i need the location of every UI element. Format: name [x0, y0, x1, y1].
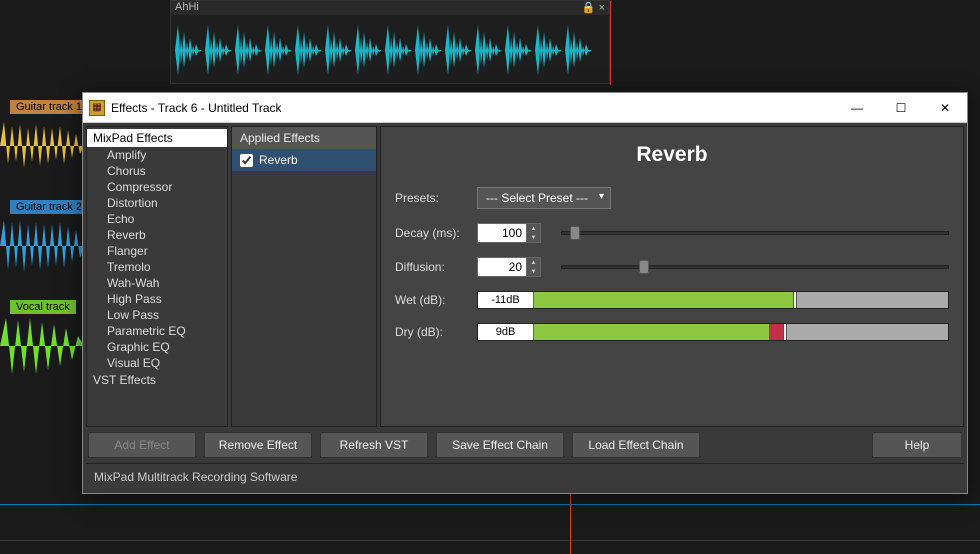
window-title: Effects - Track 6 - Untitled Track	[111, 101, 835, 115]
maximize-button[interactable]: ☐	[879, 93, 923, 122]
diffusion-input[interactable]	[478, 258, 526, 276]
decay-input[interactable]	[478, 224, 526, 242]
dry-level[interactable]: 9dB	[477, 323, 949, 341]
diffusion-spinner[interactable]: ▲▼	[477, 257, 541, 277]
tree-item-high-pass[interactable]: High Pass	[87, 291, 227, 307]
close-button[interactable]: ✕	[923, 93, 967, 122]
save-chain-button[interactable]: Save Effect Chain	[436, 432, 564, 458]
tree-category-vst[interactable]: VST Effects	[87, 371, 227, 389]
refresh-vst-button[interactable]: Refresh VST	[320, 432, 428, 458]
help-button[interactable]: Help	[872, 432, 962, 458]
titlebar[interactable]: ▦ Effects - Track 6 - Untitled Track — ☐…	[83, 93, 967, 123]
spin-up-icon[interactable]: ▲	[527, 224, 540, 233]
slider-thumb[interactable]	[639, 260, 649, 274]
level-handle[interactable]	[793, 292, 797, 308]
effects-dialog: ▦ Effects - Track 6 - Untitled Track — ☐…	[82, 92, 968, 494]
playhead[interactable]	[570, 484, 571, 554]
audio-clip[interactable]: AhHi 🔒 × // will insert bursts after dat…	[170, 0, 610, 84]
dry-value: 9dB	[478, 324, 534, 340]
wet-value: -11dB	[478, 292, 534, 308]
presets-dropdown[interactable]: --- Select Preset ---	[477, 187, 611, 209]
diffusion-label: Diffusion:	[395, 260, 467, 274]
applied-label: Reverb	[259, 153, 298, 167]
level-fill	[534, 292, 793, 308]
footer-text: MixPad Multitrack Recording Software	[86, 463, 964, 490]
track-wave-3	[0, 314, 88, 383]
track-wave-1	[0, 114, 88, 183]
timeline-rule	[0, 504, 980, 505]
decay-label: Decay (ms):	[395, 226, 467, 240]
spin-down-icon[interactable]: ▼	[527, 233, 540, 242]
slider-thumb[interactable]	[570, 226, 580, 240]
tree-item-amplify[interactable]: Amplify	[87, 147, 227, 163]
dry-label: Dry (dB):	[395, 325, 467, 339]
button-bar: Add Effect Remove Effect Refresh VST Sav…	[86, 430, 964, 460]
lock-icon: 🔒 ×	[582, 1, 605, 15]
tree-item-chorus[interactable]: Chorus	[87, 163, 227, 179]
app-icon: ▦	[89, 100, 105, 116]
remove-effect-button[interactable]: Remove Effect	[204, 432, 312, 458]
timeline-rule-2	[0, 540, 980, 541]
tree-item-flanger[interactable]: Flanger	[87, 243, 227, 259]
presets-label: Presets:	[395, 191, 467, 205]
applied-effects-panel: Applied Effects Reverb	[231, 126, 377, 427]
minimize-button[interactable]: —	[835, 93, 879, 122]
diffusion-slider[interactable]	[561, 265, 949, 269]
tree-item-low-pass[interactable]: Low Pass	[87, 307, 227, 323]
track-label-2[interactable]: Guitar track 2	[10, 200, 88, 214]
add-effect-button[interactable]: Add Effect	[88, 432, 196, 458]
spin-down-icon[interactable]: ▼	[527, 267, 540, 276]
tree-item-echo[interactable]: Echo	[87, 211, 227, 227]
load-chain-button[interactable]: Load Effect Chain	[572, 432, 700, 458]
applied-header: Applied Effects	[232, 127, 376, 149]
tree-item-graphic-eq[interactable]: Graphic EQ	[87, 339, 227, 355]
tree-category-mixpad[interactable]: MixPad Effects	[87, 129, 227, 147]
wet-label: Wet (dB):	[395, 293, 467, 307]
tree-item-parametric-eq[interactable]: Parametric EQ	[87, 323, 227, 339]
applied-checkbox[interactable]	[240, 154, 253, 167]
track-wave-2	[0, 214, 88, 283]
tree-item-wah-wah[interactable]: Wah-Wah	[87, 275, 227, 291]
clip-label: AhHi	[175, 1, 199, 15]
track-label-3[interactable]: Vocal track	[10, 300, 76, 314]
decay-spinner[interactable]: ▲▼	[477, 223, 541, 243]
clip-end-marker	[610, 1, 611, 85]
track-label-1[interactable]: Guitar track 1	[10, 100, 88, 114]
tree-item-reverb[interactable]: Reverb	[87, 227, 227, 243]
tree-item-compressor[interactable]: Compressor	[87, 179, 227, 195]
effect-panel: Reverb Presets: --- Select Preset --- De…	[380, 126, 964, 427]
level-fill	[534, 324, 769, 340]
effect-title: Reverb	[395, 143, 949, 167]
level-handle[interactable]	[783, 324, 787, 340]
effects-tree[interactable]: MixPad Effects AmplifyChorusCompressorDi…	[86, 126, 228, 427]
tree-item-tremolo[interactable]: Tremolo	[87, 259, 227, 275]
level-red	[769, 324, 783, 340]
applied-item-reverb[interactable]: Reverb	[232, 149, 376, 171]
spin-up-icon[interactable]: ▲	[527, 258, 540, 267]
wet-level[interactable]: -11dB	[477, 291, 949, 309]
clip-waveform: // will insert bursts after data parse b…	[171, 15, 609, 85]
decay-slider[interactable]	[561, 231, 949, 235]
tree-item-distortion[interactable]: Distortion	[87, 195, 227, 211]
tree-item-visual-eq[interactable]: Visual EQ	[87, 355, 227, 371]
